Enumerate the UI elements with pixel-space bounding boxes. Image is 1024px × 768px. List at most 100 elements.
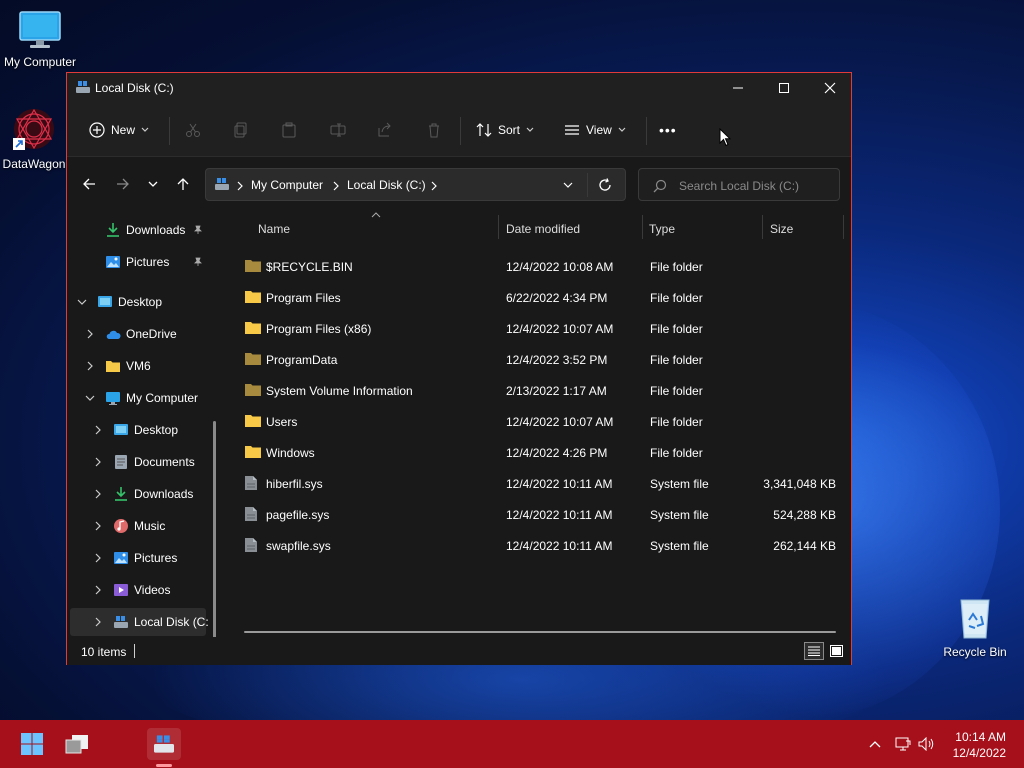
sidebar-item-downloads[interactable]: Downloads — [67, 480, 207, 508]
chevron-right-icon[interactable] — [93, 425, 103, 435]
title-bar[interactable]: Local Disk (C:) — [67, 73, 851, 103]
recent-locations-button[interactable] — [140, 171, 166, 197]
details-view-button[interactable] — [804, 642, 824, 660]
sort-button[interactable]: Sort — [470, 115, 540, 145]
folder-icon — [245, 353, 261, 365]
task-view-button[interactable] — [60, 728, 94, 760]
sidebar-item-documents[interactable]: Documents — [67, 448, 207, 476]
column-divider[interactable] — [642, 215, 643, 239]
chevron-down-icon[interactable] — [85, 393, 95, 403]
column-divider[interactable] — [498, 215, 499, 239]
sidebar-item-videos[interactable]: Videos — [67, 576, 207, 604]
chevron-right-icon[interactable] — [93, 489, 103, 499]
chevron-right-icon[interactable] — [93, 553, 103, 563]
system-clock[interactable]: 10:14 AM 12/4/2022 — [953, 729, 1006, 761]
volume-button[interactable] — [915, 728, 939, 760]
table-row[interactable]: Program Files (x86) 12/4/2022 10:07 AM Fil… — [227, 313, 845, 344]
new-button[interactable]: New — [83, 115, 155, 145]
chevron-down-icon — [618, 127, 626, 132]
new-label: New — [111, 123, 136, 137]
chevron-down-icon[interactable] — [77, 297, 87, 307]
navigation-pane: Downloads Pictures Desktop OneDrive VM6 … — [67, 211, 217, 637]
breadcrumb-my-computer[interactable]: My Computer — [251, 178, 323, 192]
column-divider[interactable] — [762, 215, 763, 239]
chevron-right-icon[interactable] — [93, 585, 103, 595]
table-row[interactable]: hiberfil.sys 12/4/2022 10:11 AM System fil… — [227, 468, 845, 499]
column-header-label: Date modified — [506, 222, 581, 236]
sidebar-item-label: OneDrive — [126, 327, 177, 341]
sidebar-item-my-computer[interactable]: My Computer — [67, 384, 207, 412]
copy-button[interactable] — [226, 115, 256, 145]
pin-icon — [194, 225, 202, 234]
column-header-label: Size — [770, 222, 794, 236]
chevron-right-icon[interactable] — [93, 617, 103, 627]
tiles-view-button[interactable] — [827, 642, 845, 660]
chevron-right-icon — [237, 181, 243, 191]
desktop-icon-recycle-bin[interactable]: Recycle Bin — [935, 596, 1015, 659]
sidebar-scrollbar[interactable] — [213, 421, 216, 637]
chevron-right-icon[interactable] — [85, 329, 95, 339]
desktop-icon-label: Recycle Bin — [943, 645, 1007, 659]
pictures-icon — [106, 256, 120, 268]
table-row[interactable]: swapfile.sys 12/4/2022 10:11 AM System fil… — [227, 530, 845, 561]
minimize-button[interactable] — [715, 73, 761, 103]
column-header-name[interactable]: Name — [258, 211, 498, 247]
file-list-scrollbar[interactable] — [244, 631, 836, 633]
chevron-right-icon[interactable] — [93, 521, 103, 531]
delete-button[interactable] — [419, 115, 449, 145]
maximize-button[interactable] — [761, 73, 807, 103]
sidebar-item-vm6[interactable]: VM6 — [67, 352, 207, 380]
up-button[interactable] — [170, 171, 196, 197]
chevron-right-icon[interactable] — [93, 457, 103, 467]
cut-button[interactable] — [178, 115, 208, 145]
sidebar-item-label: My Computer — [126, 391, 199, 405]
share-button[interactable] — [370, 115, 400, 145]
close-button[interactable] — [807, 73, 853, 103]
sidebar-item-downloads-pinned[interactable]: Downloads — [67, 216, 207, 244]
search-box[interactable]: Search Local Disk (C:) — [638, 168, 840, 201]
address-bar[interactable]: My Computer Local Disk (C:) — [205, 168, 626, 201]
column-header-size[interactable]: Size — [770, 211, 840, 247]
table-row[interactable]: $RECYCLE.BIN 12/4/2022 10:08 AM File folde… — [227, 251, 845, 282]
active-app-indicator — [156, 764, 172, 767]
minimize-icon — [733, 87, 743, 89]
network-button[interactable] — [891, 728, 915, 760]
breadcrumb-local-disk[interactable]: Local Disk (C:) — [347, 178, 426, 192]
command-bar: New Sort View ••• — [67, 103, 851, 157]
file-name: Program Files (x86) — [266, 322, 372, 336]
folder-icon — [245, 291, 261, 303]
sidebar-item-desktop-root[interactable]: Desktop — [67, 288, 207, 316]
rename-button[interactable] — [323, 115, 353, 145]
more-options-button[interactable]: ••• — [653, 115, 683, 145]
paste-button[interactable] — [274, 115, 304, 145]
sidebar-item-pictures-pinned[interactable]: Pictures — [67, 248, 207, 276]
column-header-date[interactable]: Date modified — [506, 211, 642, 247]
view-button[interactable]: View — [558, 115, 632, 145]
desktop-icon-my-computer[interactable]: My Computer — [0, 10, 80, 69]
address-dropdown-icon[interactable] — [562, 181, 574, 191]
back-button[interactable] — [76, 171, 102, 197]
sidebar-item-onedrive[interactable]: OneDrive — [67, 320, 207, 348]
forward-button[interactable] — [110, 171, 136, 197]
chevron-right-icon[interactable] — [85, 361, 95, 371]
table-row[interactable]: Program Files 6/22/2022 4:34 PM File folde… — [227, 282, 845, 313]
table-row[interactable]: Windows 12/4/2022 4:26 PM File folder — [227, 437, 845, 468]
sidebar-item-pictures[interactable]: Pictures — [67, 544, 207, 572]
trash-icon — [429, 123, 439, 138]
column-header-type[interactable]: Type — [649, 211, 761, 247]
taskbar-file-explorer[interactable] — [147, 728, 181, 760]
sidebar-item-desktop[interactable]: Desktop — [67, 416, 207, 444]
network-icon — [895, 737, 911, 751]
table-row[interactable]: ProgramData 12/4/2022 3:52 PM File folder — [227, 344, 845, 375]
desktop-icon-datawagon[interactable]: DataWagon — [0, 106, 74, 171]
table-row[interactable]: System Volume Information 2/13/2022 1:17 … — [227, 375, 845, 406]
table-row[interactable]: Users 12/4/2022 10:07 AM File folder — [227, 406, 845, 437]
file-date: 12/4/2022 3:52 PM — [506, 353, 608, 367]
show-hidden-icons-button[interactable] — [862, 728, 888, 760]
start-button[interactable] — [15, 728, 49, 760]
table-row[interactable]: pagefile.sys 12/4/2022 10:11 AM System fil… — [227, 499, 845, 530]
refresh-icon[interactable] — [598, 178, 612, 192]
sidebar-item-music[interactable]: Music — [67, 512, 207, 540]
sidebar-item-local-disk[interactable]: Local Disk (C: — [70, 608, 209, 636]
column-divider[interactable] — [843, 215, 844, 239]
